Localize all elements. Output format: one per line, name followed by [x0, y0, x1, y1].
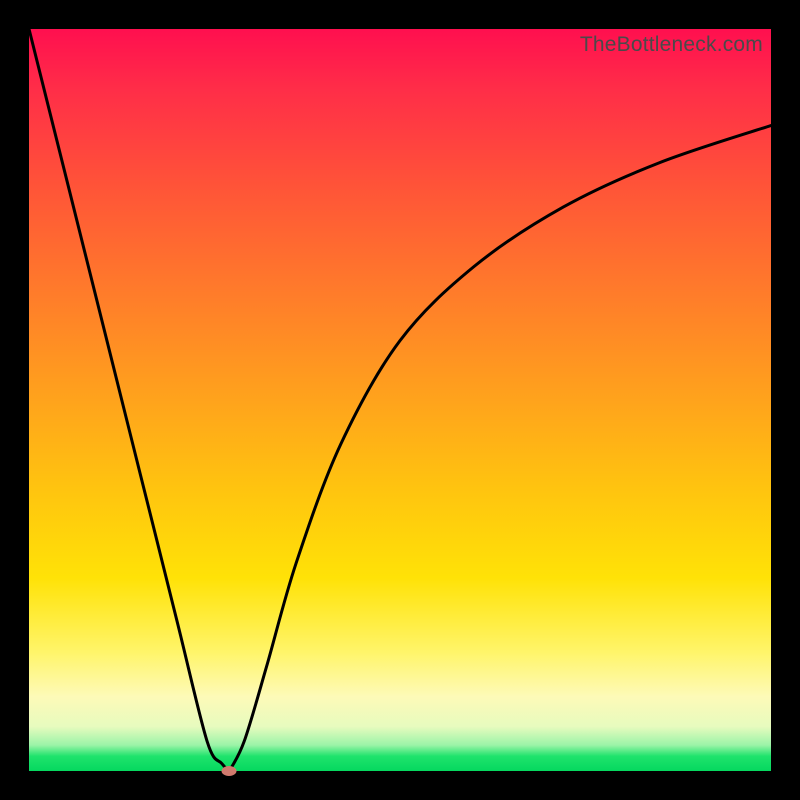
- plot-area: TheBottleneck.com: [29, 29, 771, 771]
- watermark-text: TheBottleneck.com: [580, 33, 763, 57]
- bottleneck-curve: [29, 29, 771, 771]
- chart-frame: TheBottleneck.com: [0, 0, 800, 800]
- curve-path: [29, 29, 771, 771]
- min-point-marker: [222, 766, 237, 776]
